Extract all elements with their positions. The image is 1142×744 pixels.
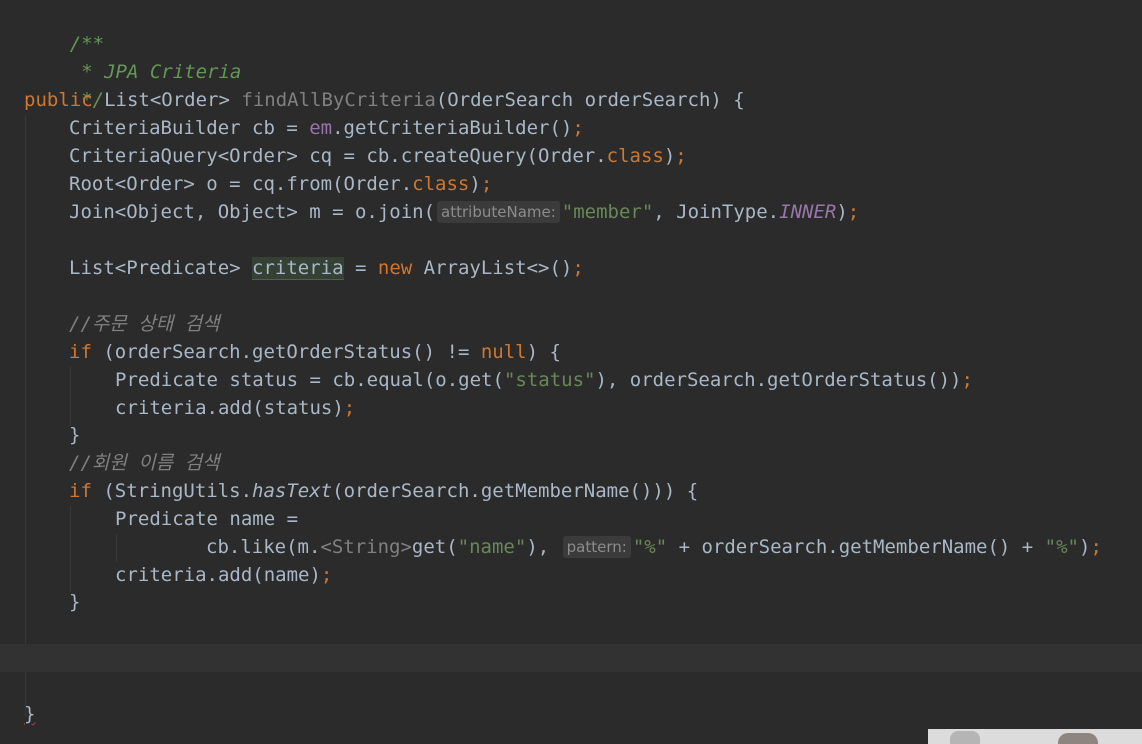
get-call: get(: [411, 536, 458, 558]
if-name-start: (StringUtils.: [91, 480, 253, 502]
semicolon: ;: [675, 145, 687, 167]
code-line[interactable]: Root<Order> o = cq.from(Order.class);: [69, 170, 492, 198]
indent-guide: [25, 116, 26, 716]
code-line[interactable]: criteria.add(status);: [115, 394, 355, 422]
code-line[interactable]: criteria.add(name);: [115, 561, 332, 589]
string-name: "name": [457, 536, 527, 558]
keyword-class: class: [606, 145, 664, 167]
close-brace: }: [69, 424, 81, 446]
array-list-call: ArrayList<>(): [412, 257, 573, 279]
semicolon: ;: [343, 397, 356, 419]
if-status-condition-end: ) {: [526, 341, 561, 363]
code-line[interactable]: }: [69, 588, 80, 616]
code-line[interactable]: }: [24, 700, 35, 728]
keyword-class: class: [412, 173, 470, 195]
root-declaration: Root<Order> o = cq.from(Order.: [69, 173, 413, 195]
predicate-status-start: Predicate status = cb.equal(o.get(: [115, 369, 504, 391]
parameter-hint-pattern: pattern:: [562, 536, 631, 558]
keyword-public: public: [24, 89, 93, 111]
cb-call: .getCriteriaBuilder(): [332, 117, 573, 139]
predicate-status-end: ), orderSearch.getOrderStatus()): [595, 369, 962, 391]
semicolon: ;: [1090, 536, 1102, 558]
inner-constant: INNER: [779, 201, 837, 223]
join-type: , JoinType.: [653, 201, 780, 223]
if-status-condition: (orderSearch.getOrderStatus() !=: [91, 341, 481, 363]
generic-string: <String>: [320, 536, 412, 558]
method-close-brace: }: [24, 703, 36, 725]
keyword-if: if: [69, 341, 92, 363]
semicolon: ;: [961, 369, 973, 391]
code-line[interactable]: List<Predicate> criteria = new ArrayList…: [69, 254, 584, 282]
string-percent: "%": [1044, 536, 1079, 558]
criteria-add-status: criteria.add(status): [115, 397, 344, 419]
code-line-method-signature[interactable]: public List<Order> findAllByCriteria(Ord…: [24, 86, 745, 114]
code-line[interactable]: if (orderSearch.getOrderStatus() != null…: [69, 338, 561, 366]
code-line-comment[interactable]: //회원 이름 검색: [69, 449, 220, 477]
concat-member-name: + orderSearch.getMemberName() +: [667, 536, 1045, 558]
code-line[interactable]: * JPA Criteria: [24, 30, 241, 83]
webcam-shape: [1058, 733, 1098, 744]
code-line[interactable]: if (StringUtils.hasText(orderSearch.getM…: [69, 477, 698, 505]
list-predicate-decl: List<Predicate>: [69, 257, 253, 279]
current-line-highlight: [0, 644, 1142, 672]
code-line[interactable]: Predicate status = cb.equal(o.get("statu…: [115, 366, 973, 394]
semicolon: ;: [847, 201, 860, 223]
comment-order-status: //주문 상태 검색: [69, 313, 220, 335]
semicolon: ;: [480, 173, 493, 195]
code-line[interactable]: */: [24, 58, 104, 111]
cq-declaration: CriteriaQuery<Order> cq = cb.createQuery…: [69, 145, 607, 167]
comment-member-name: //회원 이름 검색: [69, 452, 220, 474]
code-line[interactable]: cb.like(m.<String>get("name"), pattern: "…: [206, 533, 1102, 561]
string-percent: "%": [632, 536, 668, 558]
code-editor[interactable]: /** * JPA Criteria */ public List<Order>…: [0, 0, 1142, 744]
if-name-end: (orderSearch.getMemberName())) {: [332, 480, 699, 502]
assign-operator: =: [343, 257, 378, 279]
close-brace: }: [69, 591, 81, 613]
code-line[interactable]: CriteriaQuery<Order> cq = cb.createQuery…: [69, 142, 687, 170]
criteria-variable-highlighted[interactable]: criteria: [252, 257, 344, 280]
webcam-overlay: [928, 729, 1142, 744]
parameter-hint-attribute-name: attributeName:: [437, 201, 560, 223]
indent-guide: [70, 366, 71, 426]
indent-guide: [70, 506, 71, 592]
has-text-call: hasText: [252, 480, 333, 502]
code-line[interactable]: /**: [24, 2, 104, 55]
join-declaration: Join<Object, Object> m = o.join(: [69, 201, 436, 223]
indent-guide: [116, 534, 117, 562]
semicolon: ;: [320, 564, 333, 586]
like-end: ): [1078, 536, 1091, 558]
keyword-new: new: [377, 257, 413, 279]
string-status: "status": [503, 369, 596, 391]
keyword-null: null: [480, 341, 527, 363]
code-line[interactable]: }: [69, 421, 80, 449]
method-name[interactable]: findAllByCriteria: [241, 89, 435, 111]
like-start: cb.like(m.: [206, 536, 321, 558]
semicolon: ;: [572, 257, 584, 279]
string-member: "member": [561, 201, 654, 223]
code-line[interactable]: Join<Object, Object> m = o.join(attribut…: [69, 198, 859, 226]
return-type: List<Order>: [104, 89, 230, 111]
webcam-shape: [950, 731, 980, 744]
like-separator: ),: [526, 536, 550, 558]
code-line[interactable]: CriteriaBuilder cb = em.getCriteriaBuild…: [69, 114, 584, 142]
em-field: em: [309, 117, 333, 139]
code-line-comment[interactable]: //주문 상태 검색: [69, 310, 220, 338]
criteria-add-name: criteria.add(name): [115, 564, 321, 586]
predicate-name-decl: Predicate name =: [115, 508, 299, 530]
semicolon: ;: [572, 117, 584, 139]
code-line[interactable]: Predicate name =: [115, 505, 298, 533]
cb-declaration: CriteriaBuilder cb =: [69, 117, 310, 139]
keyword-if: if: [69, 480, 92, 502]
method-params: (OrderSearch orderSearch) {: [435, 89, 745, 111]
